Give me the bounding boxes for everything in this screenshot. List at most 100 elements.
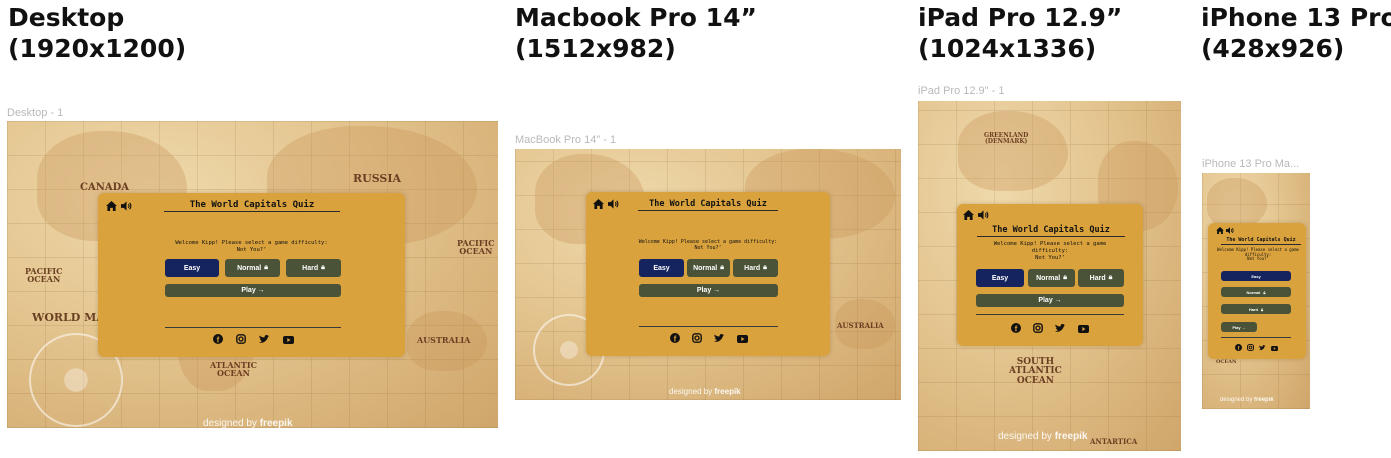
speaker-icon[interactable]: [121, 201, 132, 211]
play-button-label: Play →: [696, 287, 721, 294]
hard-button[interactable]: Hard 🔒︎: [1078, 269, 1124, 287]
easy-button[interactable]: Easy: [165, 259, 219, 277]
nav-icons: [1216, 227, 1234, 234]
facebook-icon[interactable]: f: [669, 330, 680, 348]
footer-divider: [1221, 337, 1291, 338]
quiz-card: The World Capitals Quiz Welcome Kipp! Pl…: [957, 204, 1143, 346]
not-you-link[interactable]: Not You?’: [1247, 256, 1269, 261]
map-label-atlantic: ATLANTIC OCEAN: [210, 360, 257, 379]
not-you-link[interactable]: Not You?’: [237, 247, 267, 253]
quiz-card: The World Capitals Quiz Welcome Kipp! Pl…: [586, 192, 830, 356]
heading-desktop-title: Desktop: [8, 3, 125, 32]
frame-label-iphone[interactable]: iPhone 13 Pro Ma...: [1202, 158, 1299, 170]
heading-iphone-title: iPhone 13 Pro: [1201, 3, 1391, 32]
freepik-credit: designed by freepik: [1220, 397, 1274, 403]
frame-label-desktop[interactable]: Desktop - 1: [7, 107, 63, 119]
hard-button[interactable]: Hard 🔒︎: [733, 259, 778, 277]
heading-desktop-resolution: (1920x1200): [8, 34, 187, 63]
lock-icon: 🔒︎: [321, 264, 325, 271]
heading-macbook: Macbook Pro 14” (1512x982): [515, 2, 757, 64]
home-icon[interactable]: [593, 199, 604, 209]
speaker-icon[interactable]: [1226, 227, 1234, 234]
hard-button[interactable]: Hard 🔒︎: [1221, 304, 1291, 314]
twitter-icon[interactable]: [1258, 338, 1266, 356]
not-you-link[interactable]: Not You?’: [1035, 255, 1065, 261]
easy-button-label: Easy: [653, 264, 670, 272]
play-button[interactable]: Play →: [1221, 322, 1257, 332]
facebook-icon[interactable]: f: [1234, 338, 1242, 356]
heading-ipad-title: iPad Pro 12.9”: [918, 3, 1123, 32]
heading-iphone: iPhone 13 Pro (428x926): [1201, 2, 1391, 64]
instagram-icon[interactable]: [1246, 338, 1254, 356]
twitter-icon[interactable]: [258, 331, 270, 349]
nav-icons: [593, 199, 619, 209]
home-icon[interactable]: [1216, 227, 1224, 234]
svg-text:f: f: [1237, 346, 1239, 351]
youtube-icon[interactable]: [736, 330, 748, 348]
social-links: f: [976, 323, 1124, 335]
home-icon[interactable]: [106, 201, 117, 211]
normal-button[interactable]: Normal 🔒︎: [1221, 287, 1291, 297]
facebook-icon[interactable]: f: [212, 331, 223, 349]
frame-label-ipad[interactable]: iPad Pro 12.9" - 1: [918, 85, 1004, 97]
easy-button-label: Easy: [183, 264, 201, 272]
credit-brand: freepik: [1254, 397, 1274, 403]
quiz-title: The World Capitals Quiz: [638, 199, 778, 211]
welcome-message: Welcome Kipp! Please select a game diffi…: [586, 239, 830, 252]
lock-icon: 🔒︎: [264, 264, 268, 271]
twitter-icon[interactable]: [1055, 320, 1066, 338]
frame-label-macbook[interactable]: MacBook Pro 14" - 1: [515, 134, 616, 146]
welcome-message: Welcome Kipp! Please select a game diffi…: [1216, 247, 1300, 262]
map-label-south-atlantic: SOUTH ATLANTIC OCEAN: [1009, 357, 1062, 386]
lock-icon: 🔒︎: [1263, 289, 1266, 295]
normal-button-label: Normal: [237, 264, 262, 272]
hard-button[interactable]: Hard 🔒︎: [286, 259, 341, 277]
map-landmass: [1207, 178, 1267, 228]
play-button[interactable]: Play →: [639, 284, 778, 297]
quiz-title: The World Capitals Quiz: [1221, 237, 1301, 245]
quiz-title: The World Capitals Quiz: [977, 225, 1125, 237]
credit-brand: freepik: [259, 418, 293, 428]
play-button-label: Play →: [1038, 297, 1062, 304]
hard-button-label: Hard: [744, 264, 761, 272]
lock-icon: 🔒︎: [1108, 274, 1113, 281]
welcome-text: Welcome Kipp! Please select a game diffi…: [638, 239, 778, 245]
social-links: f: [1221, 343, 1291, 352]
footer-divider: [165, 327, 341, 328]
youtube-icon[interactable]: [1078, 320, 1089, 338]
easy-button-label: Easy: [1251, 273, 1261, 279]
easy-button[interactable]: Easy: [1221, 271, 1291, 281]
nav-icons: [106, 201, 132, 211]
twitter-icon[interactable]: [713, 330, 725, 348]
normal-button[interactable]: Normal 🔒︎: [1028, 269, 1075, 287]
normal-button-label: Normal: [1246, 289, 1261, 295]
welcome-message: Welcome Kipp! Please select a game diffi…: [990, 241, 1110, 262]
heading-macbook-title: Macbook Pro 14”: [515, 3, 757, 32]
heading-iphone-resolution: (428x926): [1201, 34, 1345, 63]
instagram-icon[interactable]: [235, 331, 246, 349]
home-icon[interactable]: [963, 210, 974, 220]
credit-prefix: designed by: [203, 418, 257, 428]
not-you-link[interactable]: Not You?’: [694, 245, 721, 251]
hard-button-label: Hard: [1089, 274, 1106, 282]
youtube-icon[interactable]: [1270, 338, 1278, 356]
youtube-icon[interactable]: [282, 331, 294, 349]
heading-macbook-resolution: (1512x982): [515, 34, 676, 63]
speaker-icon[interactable]: [978, 210, 989, 220]
play-button[interactable]: Play →: [165, 284, 341, 297]
nav-icons: [963, 210, 989, 220]
easy-button[interactable]: Easy: [639, 259, 684, 277]
heading-ipad: iPad Pro 12.9” (1024x1336): [918, 2, 1122, 64]
heading-desktop: Desktop (1920x1200): [8, 2, 186, 64]
instagram-icon[interactable]: [1033, 320, 1043, 338]
lock-icon: 🔒︎: [763, 264, 767, 271]
facebook-icon[interactable]: f: [1011, 320, 1021, 338]
normal-button[interactable]: Normal 🔒︎: [225, 259, 280, 277]
instagram-icon[interactable]: [691, 330, 702, 348]
svg-text:f: f: [1015, 325, 1018, 333]
speaker-icon[interactable]: [608, 199, 619, 209]
normal-button[interactable]: Normal 🔒︎: [687, 259, 730, 277]
macbook-frame: AUSTRALIA designed by freepik The World …: [515, 149, 901, 400]
easy-button[interactable]: Easy: [976, 269, 1024, 287]
play-button[interactable]: Play →: [976, 294, 1124, 307]
